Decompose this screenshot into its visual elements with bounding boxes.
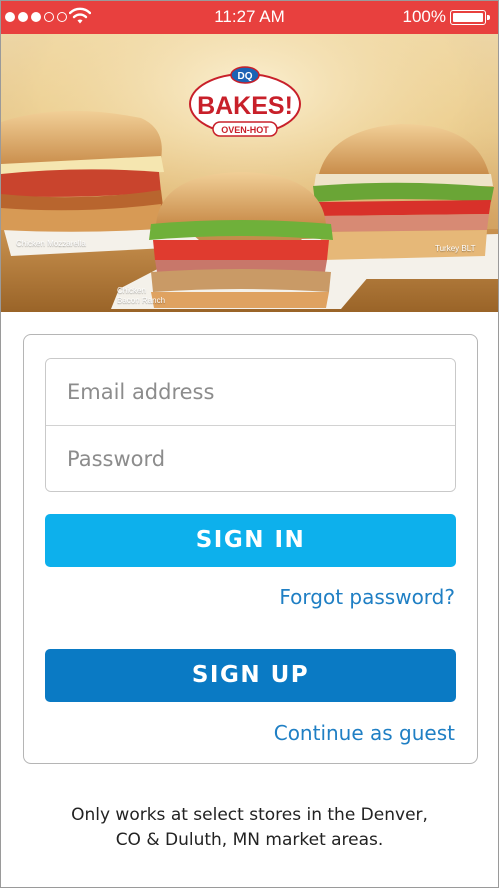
availability-note-line2: CO & Duluth, MN market areas. xyxy=(115,830,384,850)
availability-note-line1: Only works at select stores in the Denve… xyxy=(71,805,428,825)
hero-banner: DQ BAKES! OVEN-HOT Chicken Mozzarella Ch… xyxy=(1,34,498,312)
availability-note: Only works at select stores in the Denve… xyxy=(1,803,498,853)
label-turkey-blt: Turkey BLT xyxy=(435,244,476,253)
app-screen: 11:27 AM 100% DQ BAKES! OVEN-HOT Chicken… xyxy=(0,0,499,888)
logo-brand: DQ xyxy=(238,71,253,82)
login-card: SIGN IN Forgot password? SIGN UP Continu… xyxy=(23,334,478,764)
sandwich-illustration: DQ BAKES! OVEN-HOT xyxy=(1,34,498,312)
sign-up-button[interactable]: SIGN UP xyxy=(45,649,456,702)
logo-title: BAKES! xyxy=(197,92,293,120)
battery-percent: 100% xyxy=(402,7,446,26)
password-input[interactable] xyxy=(46,425,455,491)
credentials-group xyxy=(45,358,456,492)
forgot-password-link[interactable]: Forgot password? xyxy=(279,585,455,609)
email-input[interactable] xyxy=(46,359,455,425)
label-bacon-ranch-line2: Bacon Ranch xyxy=(117,296,166,305)
sign-in-button[interactable]: SIGN IN xyxy=(45,514,456,567)
label-chicken-mozzarella: Chicken Mozzarella xyxy=(16,239,86,248)
battery-icon xyxy=(450,10,490,25)
logo-subtitle: OVEN-HOT xyxy=(221,125,269,135)
label-chicken-line1: Chicken xyxy=(117,286,146,295)
continue-as-guest-link[interactable]: Continue as guest xyxy=(274,721,455,745)
status-bar: 11:27 AM 100% xyxy=(1,1,498,34)
